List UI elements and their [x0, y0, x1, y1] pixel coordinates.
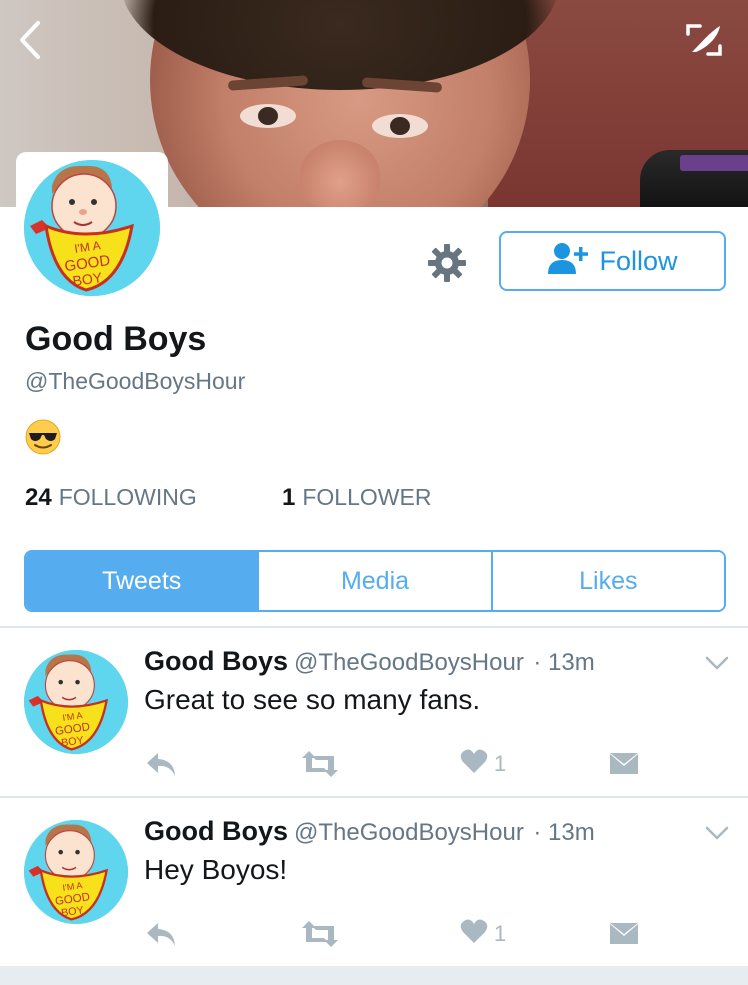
bottom-bar [0, 966, 748, 985]
heart-icon [460, 918, 488, 950]
tweet-author-name[interactable]: Good Boys [144, 646, 288, 676]
follower-label: FOLLOWER [302, 484, 432, 510]
envelope-icon[interactable] [609, 746, 639, 782]
tweet-timestamp: · 13m [533, 649, 595, 676]
follow-button[interactable]: Follow [499, 231, 726, 291]
sunglasses-emoji-icon [24, 418, 62, 456]
following-count[interactable]: 24 FOLLOWING [25, 484, 197, 512]
retweet-icon[interactable] [300, 746, 340, 782]
gear-icon[interactable] [424, 240, 470, 286]
tweet-timestamp: · 13m [533, 819, 595, 846]
tweet-author-handle: @TheGoodBoysHour [294, 819, 524, 846]
tweet-author-handle: @TheGoodBoysHour [294, 649, 524, 676]
tweet-text: Great to see so many fans. [144, 684, 481, 715]
reply-icon[interactable] [144, 916, 178, 952]
follower-number: 1 [282, 484, 296, 511]
tweet[interactable]: I'M A GOOD BOY Good Boys @TheGoodBoysHour… [0, 628, 748, 798]
like-count: 1 [494, 751, 507, 776]
retweet-icon[interactable] [300, 916, 340, 952]
expand-icon[interactable] [680, 18, 728, 62]
profile-tabs: Tweets Media Likes [24, 550, 726, 612]
tweet-avatar[interactable]: I'M A GOOD BOY [24, 820, 128, 924]
tweet-avatar[interactable]: I'M A GOOD BOY [24, 650, 128, 754]
reply-icon[interactable] [144, 746, 178, 782]
heart-icon [460, 748, 488, 780]
follower-count[interactable]: 1 FOLLOWER [282, 484, 431, 512]
like-button[interactable]: 1 [460, 916, 506, 952]
chevron-down-icon[interactable] [702, 650, 732, 676]
tweet-text: Hey Boyos! [144, 854, 288, 885]
back-chevron-icon[interactable] [10, 18, 50, 62]
tab-likes[interactable]: Likes [490, 552, 724, 610]
avatar-image: I'M A GOOD BOY [24, 160, 160, 296]
tweet[interactable]: I'M A GOOD BOY Good Boys @TheGoodBoysHour… [0, 798, 748, 968]
tab-tweets[interactable]: Tweets [26, 552, 258, 610]
chevron-down-icon[interactable] [702, 820, 732, 846]
tweet-header: Good Boys @TheGoodBoysHour · 13m [144, 816, 595, 847]
envelope-icon[interactable] [609, 916, 639, 952]
profile-avatar[interactable]: I'M A GOOD BOY [16, 152, 168, 304]
tab-media[interactable]: Media [257, 552, 491, 610]
like-count: 1 [494, 921, 507, 946]
following-label: FOLLOWING [58, 484, 197, 510]
like-button[interactable]: 1 [460, 746, 506, 782]
follow-button-label: Follow [599, 245, 678, 276]
profile-name: Good Boys [25, 320, 207, 358]
tweet-author-name[interactable]: Good Boys [144, 816, 288, 846]
add-user-icon [547, 241, 589, 282]
tweet-header: Good Boys @TheGoodBoysHour · 13m [144, 646, 595, 677]
profile-handle: @TheGoodBoysHour [25, 368, 246, 394]
following-number: 24 [25, 484, 52, 511]
